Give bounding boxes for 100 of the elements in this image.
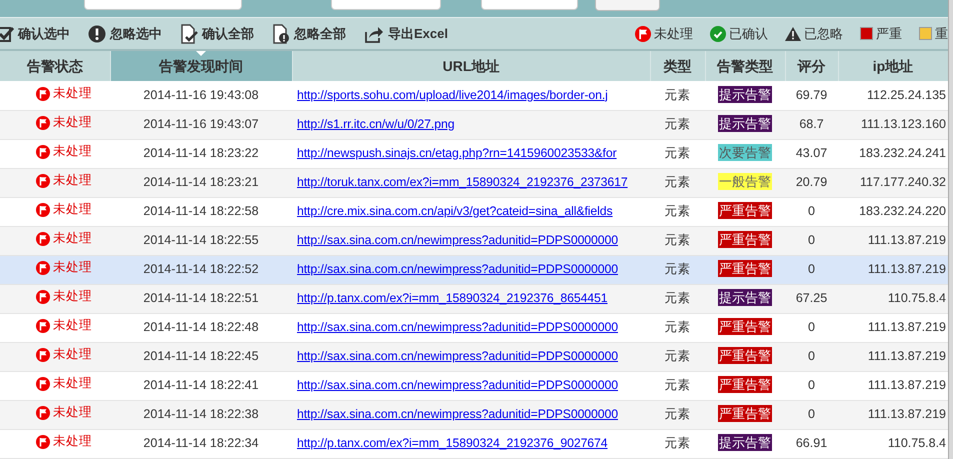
table-row[interactable]: 未处理 2014-11-14 18:22:34 http://p.tanx.com/ex?i=mm_15890324_2192376_9027674 元素 提示告警 66.91 110.75.8.4 [0, 429, 948, 458]
score-text: 0 [808, 349, 815, 364]
table-row[interactable]: 未处理 2014-11-14 18:23:22 http://newspush.sinajs.cn/etag.php?rn=1415960023533&for 元素 次要告警 43.07 183.232.24.241 [0, 139, 948, 168]
type-text: 元素 [664, 291, 690, 306]
table-row[interactable]: 未处理 2014-11-14 18:22:48 http://sax.sina.com.cn/newimpress?adunitid=PDPS0000000 元素 严重告警 0 111.13.87.219 [0, 313, 948, 342]
table-row[interactable]: 未处理 2014-11-14 18:22:55 http://sax.sina.com.cn/newimpress?adunitid=PDPS0000000 元素 严重告警 0 111.13.87.219 [0, 226, 948, 255]
sort-indicator-icon [196, 51, 206, 56]
ip-text: 183.232.24.241 [859, 146, 946, 160]
table-row[interactable]: 未处理 2014-11-14 18:22:58 http://cre.mix.sina.com.cn/api/v3/get?cateid=sina_all&fields 元素 严重告警 0 183.232.24.220 [0, 197, 948, 226]
time-text: 2014-11-16 19:43:08 [143, 88, 259, 102]
legend-label: 已确认 [729, 24, 768, 43]
flag-icon [36, 174, 50, 188]
table-row[interactable]: 未处理 2014-11-14 18:22:45 http://sax.sina.com.cn/newimpress?adunitid=PDPS0000000 元素 严重告警 0 111.13.87.219 [0, 342, 948, 371]
table-row[interactable]: 未处理 2014-11-16 19:43:08 http://sports.sohu.com/upload/live2014/images/border-on.j 元素 提示告警 69.79 112.25.24.135 [0, 81, 948, 110]
url-link[interactable]: http://sax.sina.com.cn/newimpress?adunitid=PDPS0000000 [297, 349, 618, 364]
column-header[interactable]: 告警发现时间 [110, 51, 292, 81]
time-text: 2014-11-14 18:22:48 [143, 320, 259, 334]
status-text: 未处理 [53, 259, 92, 276]
column-header[interactable]: 评分 [785, 51, 838, 81]
column-header[interactable]: 告警类型 [705, 51, 785, 81]
url-link[interactable]: http://newspush.sinajs.cn/etag.php?rn=1415960023533&for [297, 146, 617, 160]
alert-type-badge: 严重告警 [718, 260, 772, 278]
ip-text: 111.13.87.219 [868, 262, 946, 276]
url-link[interactable]: http://toruk.tanx.com/ex?i=mm_15890324_2192376_2373617 [297, 175, 628, 190]
score-text: 0 [808, 204, 815, 218]
type-text: 元素 [664, 320, 690, 334]
status-text: 未处理 [53, 172, 92, 190]
url-link[interactable]: http://cre.mix.sina.com.cn/api/v3/get?cateid=sina_all&fields [297, 204, 613, 218]
alert-type-badge: 次要告警 [718, 144, 772, 162]
column-header[interactable]: URL地址 [292, 51, 650, 81]
ip-text: 111.13.87.219 [868, 320, 946, 334]
flag-icon [36, 434, 50, 449]
toolbar-button[interactable]: 确认选中 [0, 24, 70, 44]
checkbox-check-icon [0, 24, 14, 42]
score-text: 0 [808, 233, 815, 248]
flag-icon [36, 406, 50, 420]
toolbar-button[interactable]: 忽略全部 [272, 24, 346, 44]
type-text: 元素 [664, 262, 690, 276]
url-link[interactable]: http://p.tanx.com/ex?i=mm_15890324_2192376_8654451 [297, 291, 608, 306]
table-row[interactable]: 未处理 2014-11-14 18:22:51 http://p.tanx.com/ex?i=mm_15890324_2192376_8654451 元素 提示告警 67.25 110.75.8.4 [0, 284, 948, 313]
type-text: 元素 [664, 233, 690, 248]
column-header[interactable]: ip地址 [838, 51, 948, 81]
type-text: 元素 [664, 349, 690, 364]
table-row[interactable]: 未处理 2014-11-16 19:43:07 http://s1.rr.itc.cn/w/u/0/27.png 元素 提示告警 68.7 111.13.123.160 [0, 110, 948, 139]
column-header[interactable]: 类型 [650, 51, 705, 81]
alert-type-badge: 严重告警 [718, 376, 772, 394]
ip-text: 111.13.87.219 [868, 233, 946, 248]
ip-text: 112.25.24.135 [866, 88, 946, 102]
score-text: 68.7 [799, 117, 824, 132]
ip-text: 183.232.24.220 [859, 204, 946, 218]
url-link[interactable]: http://p.tanx.com/ex?i=mm_15890324_2192376_9027674 [297, 436, 608, 450]
score-text: 0 [808, 407, 815, 422]
score-text: 67.25 [796, 291, 828, 306]
status-text: 未处理 [53, 288, 92, 306]
toolbar-button[interactable]: 确认全部 [180, 24, 254, 44]
alert-type-badge: 一般告警 [718, 173, 772, 190]
url-link[interactable]: http://sax.sina.com.cn/newimpress?adunitid=PDPS0000000 [297, 378, 618, 392]
status-text: 未处理 [53, 433, 92, 450]
url-link[interactable]: http://sports.sohu.com/upload/live2014/images/border-on.j [297, 88, 608, 102]
flag-icon [36, 318, 50, 333]
status-text: 未处理 [53, 85, 92, 102]
toolbar-button[interactable]: 忽略选中 [88, 24, 162, 44]
status-text: 未处理 [53, 375, 92, 392]
ip-text: 110.75.8.4 [888, 436, 946, 450]
status-text: 未处理 [53, 201, 92, 218]
toolbar-button[interactable]: 导出Excel [364, 24, 448, 44]
url-link[interactable]: http://s1.rr.itc.cn/w/u/0/27.png [297, 117, 454, 132]
score-text: 43.07 [796, 146, 828, 160]
ip-text: 110.75.8.4 [888, 291, 946, 306]
table-row[interactable]: 未处理 2014-11-14 18:22:41 http://sax.sina.com.cn/newimpress?adunitid=PDPS0000000 元素 严重告警 0 111.13.87.219 [0, 371, 948, 400]
score-text: 0 [808, 320, 815, 334]
column-header[interactable]: 告警状态 [0, 51, 110, 81]
alert-type-badge: 严重告警 [718, 202, 772, 220]
time-text: 2014-11-14 18:23:22 [143, 146, 259, 160]
alert-type-badge: 严重告警 [718, 405, 772, 422]
alert-type-badge: 提示告警 [718, 289, 772, 306]
type-text: 元素 [664, 407, 690, 422]
table-row[interactable]: 未处理 2014-11-14 18:23:21 http://toruk.tanx.com/ex?i=mm_15890324_2192376_2373617 元素 一般告警 20.79 117.177.240.32 [0, 168, 948, 197]
table-row[interactable]: 未处理 2014-11-14 18:22:38 http://sax.sina.com.cn/newimpress?adunitid=PDPS0000000 元素 严重告警 0 111.13.87.219 [0, 400, 948, 429]
score-text: 20.79 [796, 175, 828, 190]
url-link[interactable]: http://sax.sina.com.cn/newimpress?adunitid=PDPS0000000 [297, 262, 618, 276]
ip-text: 111.13.87.219 [868, 407, 946, 422]
share-arrow-icon [364, 24, 384, 42]
type-text: 元素 [664, 88, 690, 102]
url-link[interactable]: http://sax.sina.com.cn/newimpress?adunitid=PDPS0000000 [297, 233, 618, 248]
alert-type-badge: 严重告警 [718, 318, 772, 336]
ip-text: 111.13.87.219 [868, 349, 946, 364]
score-text: 0 [808, 378, 815, 392]
status-text: 未处理 [53, 230, 92, 248]
ip-text: 117.177.240.32 [860, 175, 946, 190]
url-link[interactable]: http://sax.sina.com.cn/newimpress?adunitid=PDPS0000000 [297, 407, 618, 422]
type-text: 元素 [664, 204, 690, 218]
flag-icon [36, 144, 50, 159]
type-text: 元素 [664, 175, 690, 190]
time-text: 2014-11-14 18:22:38 [143, 407, 259, 422]
status-text: 未处理 [53, 346, 92, 364]
score-text: 69.79 [796, 88, 828, 102]
flag-icon [36, 86, 50, 101]
scrollbar[interactable] [948, 0, 953, 459]
url-link[interactable]: http://sax.sina.com.cn/newimpress?adunitid=PDPS0000000 [297, 320, 618, 334]
